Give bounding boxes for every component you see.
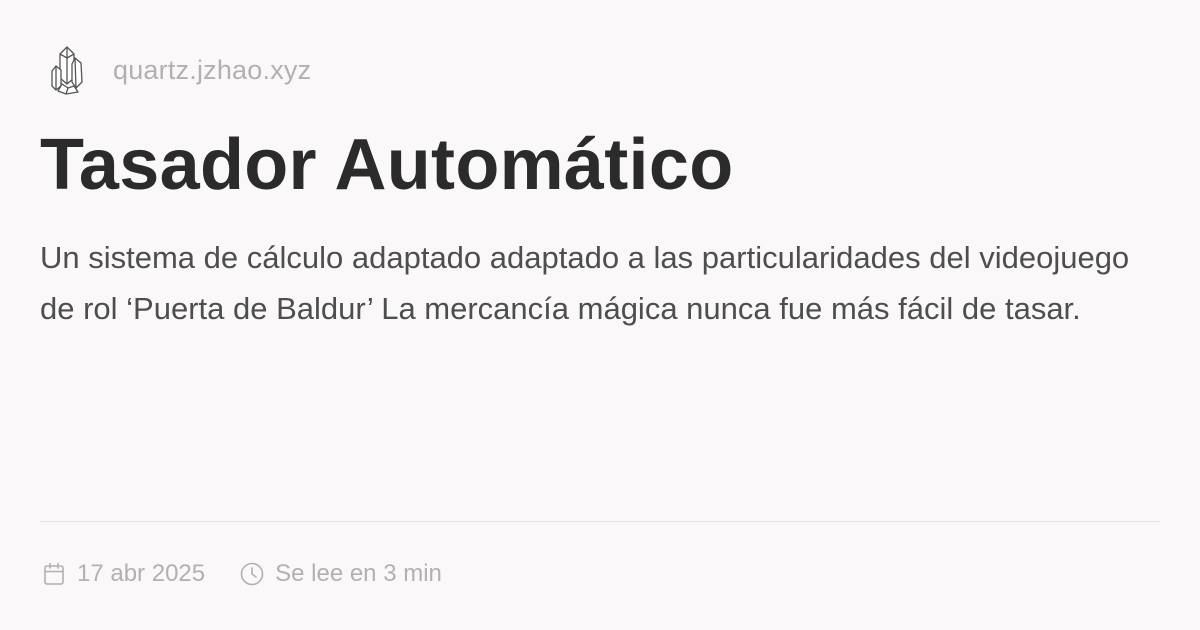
crystal-cluster-icon — [51, 46, 83, 95]
calendar-icon — [44, 562, 64, 585]
article-meta: 17 abr 2025 Se lee en 3 min — [41, 555, 442, 593]
site-header: quartz.jzhao.xyz — [48, 42, 311, 98]
page-description: Un sistema de cálculo adaptado adaptado … — [40, 240, 1130, 326]
reading-time: Se lee en 3 min — [239, 560, 442, 588]
clock-icon — [240, 562, 264, 586]
divider — [40, 521, 1160, 522]
page-title: Tasador Automático — [40, 125, 734, 205]
publish-date: 17 abr 2025 — [41, 560, 205, 588]
site-url: quartz.jzhao.xyz — [113, 54, 312, 85]
publish-date-text: 17 abr 2025 — [77, 560, 206, 587]
reading-time-text: Se lee en 3 min — [275, 560, 442, 587]
social-preview-card: quartz.jzhao.xyz Tasador Automático Un s… — [0, 0, 1200, 630]
